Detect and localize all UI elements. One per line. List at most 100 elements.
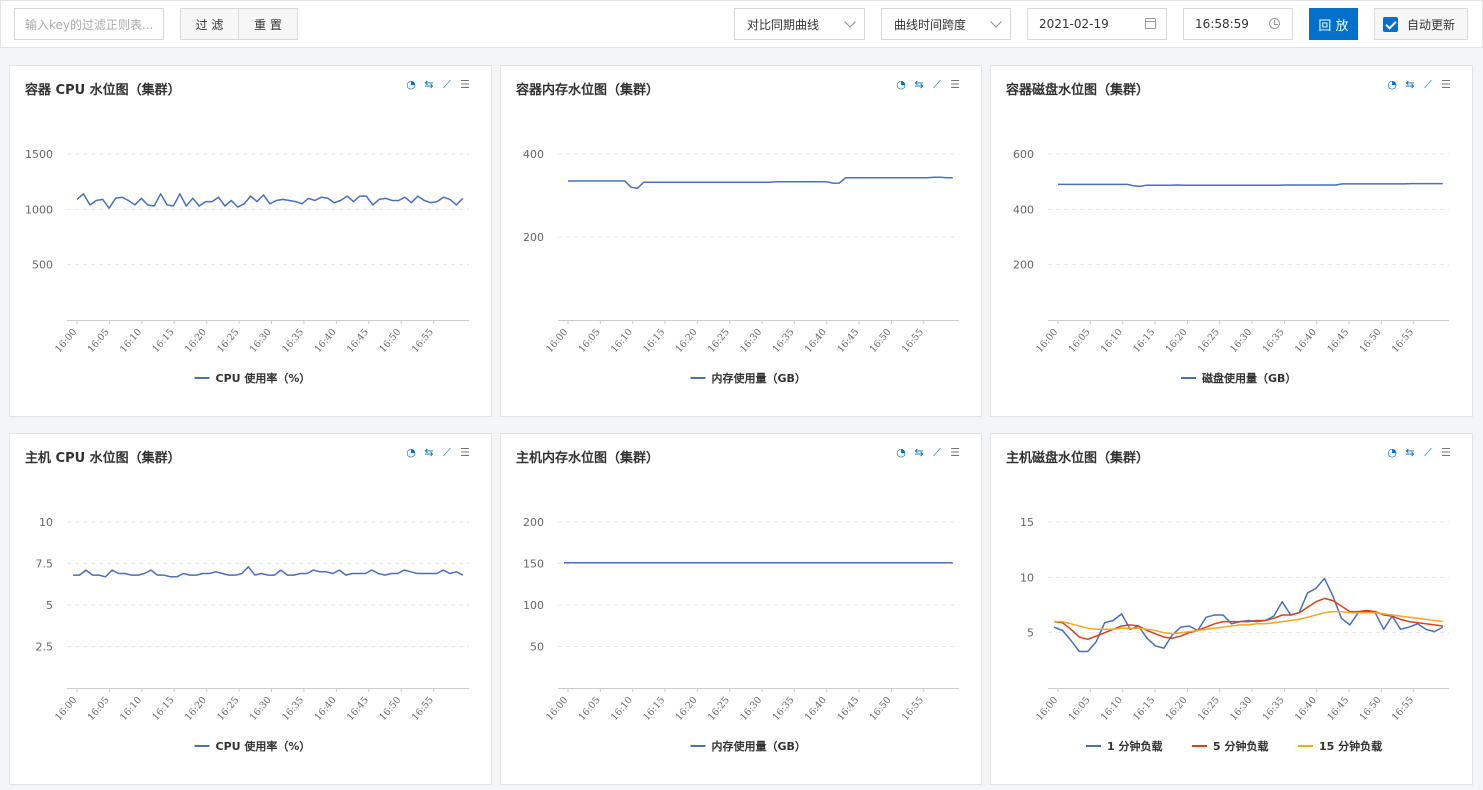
legend-item[interactable]: 内存使用量（GB） bbox=[690, 739, 806, 753]
x-tick-label: 16:40 bbox=[313, 327, 339, 355]
x-tick-label: 16:10 bbox=[1099, 327, 1125, 355]
auto-update-toggle[interactable]: 自动更新 bbox=[1374, 8, 1468, 40]
x-tick-label: 16:55 bbox=[1390, 695, 1416, 723]
x-tick-label: 16:50 bbox=[868, 327, 894, 355]
series-line bbox=[73, 566, 464, 578]
x-tick-label: 16:10 bbox=[118, 327, 144, 355]
x-tick-label: 16:05 bbox=[86, 695, 112, 723]
legend-item[interactable]: CPU 使用率（%） bbox=[194, 739, 311, 753]
chevron-down-icon bbox=[844, 16, 856, 28]
x-tick-label: 16:55 bbox=[900, 327, 926, 355]
x-tick-label: 16:55 bbox=[900, 695, 926, 723]
x-tick-label: 16:40 bbox=[803, 327, 829, 355]
line-chart: 50 100 150 200 16:00 16:05 16:10 16:15 16:20 16:2… bbox=[523, 516, 959, 753]
playback-button[interactable]: 回 放 bbox=[1309, 8, 1358, 40]
legend-item[interactable]: 5 分钟负载 bbox=[1192, 739, 1268, 753]
key-filter-placeholder: 输入key的过滤正则表... bbox=[25, 17, 154, 32]
x-tick-label: 16:30 bbox=[1228, 327, 1254, 355]
x-tick-label: 16:25 bbox=[1196, 327, 1222, 355]
x-tick-label: 16:30 bbox=[248, 695, 274, 723]
legend-label: 磁盘使用量（GB） bbox=[1202, 371, 1296, 385]
chart-panel: 容器内存水位图（集群） ◔ ⇆ ⟋ ☰ 200 400 16:00 16:05 16:10 16:1… bbox=[500, 65, 982, 417]
y-tick-label: 200 bbox=[523, 516, 544, 529]
playback-button-label: 回 放 bbox=[1318, 18, 1349, 34]
x-tick-label: 16:10 bbox=[609, 695, 635, 723]
y-tick-label: 5 bbox=[46, 599, 53, 612]
time-picker[interactable]: 16:58:59 bbox=[1183, 8, 1293, 40]
y-tick-label: 400 bbox=[523, 148, 544, 161]
legend-item[interactable]: 磁盘使用量（GB） bbox=[1181, 371, 1296, 385]
y-tick-label: 1500 bbox=[25, 148, 53, 161]
x-tick-label: 16:20 bbox=[183, 695, 209, 723]
x-tick-label: 16:05 bbox=[577, 327, 603, 355]
x-tick-label: 16:05 bbox=[86, 327, 112, 355]
auto-update-label: 自动更新 bbox=[1407, 17, 1456, 32]
x-tick-label: 16:20 bbox=[183, 327, 209, 355]
legend-label: 15 分钟负载 bbox=[1319, 739, 1382, 753]
x-tick-label: 16:15 bbox=[641, 695, 667, 723]
x-tick-label: 16:50 bbox=[1358, 695, 1384, 723]
x-tick-label: 16:00 bbox=[1034, 327, 1060, 355]
legend-item[interactable]: 1 分钟负载 bbox=[1086, 739, 1162, 753]
x-tick-label: 16:30 bbox=[1228, 695, 1254, 723]
y-tick-label: 100 bbox=[523, 599, 544, 612]
y-tick-label: 200 bbox=[1013, 259, 1034, 272]
date-picker[interactable]: 2021-02-19 bbox=[1027, 8, 1167, 40]
x-tick-label: 16:25 bbox=[706, 695, 732, 723]
x-tick-label: 16:45 bbox=[1325, 695, 1351, 723]
x-tick-label: 16:15 bbox=[151, 695, 177, 723]
line-chart: 20040060016:00 16:05 16:10 16:15 16:20 16:25 1… bbox=[1013, 148, 1449, 385]
x-tick-label: 16:45 bbox=[1325, 327, 1351, 355]
calendar-icon bbox=[1145, 18, 1156, 29]
x-tick-label: 16:35 bbox=[280, 327, 306, 355]
x-tick-label: 16:30 bbox=[738, 327, 764, 355]
x-tick-label: 16:00 bbox=[53, 695, 79, 723]
x-tick-label: 16:00 bbox=[1034, 695, 1060, 723]
x-tick-label: 16:35 bbox=[1261, 327, 1287, 355]
chart-panel: 主机内存水位图（集群） ◔ ⇆ ⟋ ☰ 50 100 150 200 16:00 16:05 16:1… bbox=[500, 433, 982, 785]
y-tick-label: 10 bbox=[1020, 571, 1034, 584]
chart-panel: 容器 CPU 水位图（集群） ◔ ⇆ ⟋ ☰ 500 1000 1500 16:00 16:05 1… bbox=[9, 65, 492, 417]
x-tick-label: 16:45 bbox=[345, 695, 371, 723]
y-tick-label: 5 bbox=[1027, 627, 1034, 640]
x-tick-label: 16:55 bbox=[1390, 327, 1416, 355]
legend-item[interactable]: 内存使用量（GB） bbox=[690, 371, 806, 385]
key-filter-input[interactable]: 输入key的过滤正则表... bbox=[14, 8, 164, 40]
legend-label: 内存使用量（GB） bbox=[712, 739, 806, 753]
chart-panel: 主机磁盘水位图（集群） ◔ ⇆ ⟋ ☰ 5 10 15 16:00 16:05 16:10 16:15… bbox=[990, 433, 1473, 785]
line-chart: 20040016:00 16:05 16:10 16:15 16:20 16:25 16:3… bbox=[523, 148, 959, 385]
x-tick-label: 16:55 bbox=[410, 695, 436, 723]
filter-button[interactable]: 过 滤 bbox=[180, 8, 239, 40]
y-tick-label: 10 bbox=[39, 516, 53, 529]
x-tick-label: 16:50 bbox=[377, 695, 403, 723]
legend-item[interactable]: 15 分钟负载 bbox=[1298, 739, 1382, 753]
x-tick-label: 16:25 bbox=[215, 695, 241, 723]
x-tick-label: 16:00 bbox=[544, 327, 570, 355]
x-tick-label: 16:05 bbox=[1067, 695, 1093, 723]
chevron-down-icon bbox=[990, 16, 1002, 28]
y-tick-label: 500 bbox=[32, 259, 53, 272]
y-tick-label: 50 bbox=[530, 641, 544, 654]
legend-label: 1 分钟负载 bbox=[1107, 739, 1162, 753]
time-span-select[interactable]: 曲线时间跨度 bbox=[881, 8, 1011, 40]
line-chart: 5 10 15 16:00 16:05 16:10 16:15 16:20 16:25 16:30… bbox=[1020, 516, 1449, 753]
series-line bbox=[1058, 182, 1443, 188]
x-tick-label: 16:45 bbox=[835, 695, 861, 723]
x-tick-label: 16:00 bbox=[544, 695, 570, 723]
x-tick-label: 16:05 bbox=[577, 695, 603, 723]
legend-item[interactable]: CPU 使用率（%） bbox=[194, 371, 311, 385]
compare-period-select[interactable]: 对比同期曲线 bbox=[734, 8, 865, 40]
x-tick-label: 16:50 bbox=[868, 695, 894, 723]
legend-label: CPU 使用率（%） bbox=[216, 739, 311, 753]
checkbox-checked-icon[interactable] bbox=[1383, 16, 1398, 32]
line-chart: 2.5 5 7.5 10 16:00 16:05 16:10 16:15 16:20 16:25 1… bbox=[36, 516, 469, 753]
date-value: 2021-02-19 bbox=[1039, 17, 1109, 31]
reset-button[interactable]: 重 置 bbox=[238, 8, 298, 40]
x-tick-label: 16:35 bbox=[771, 695, 797, 723]
x-tick-label: 16:40 bbox=[1293, 327, 1319, 355]
x-tick-label: 16:10 bbox=[1099, 695, 1125, 723]
x-tick-label: 16:25 bbox=[1196, 695, 1222, 723]
series-line bbox=[76, 193, 464, 209]
x-tick-label: 16:00 bbox=[53, 327, 79, 355]
x-tick-label: 16:30 bbox=[248, 327, 274, 355]
